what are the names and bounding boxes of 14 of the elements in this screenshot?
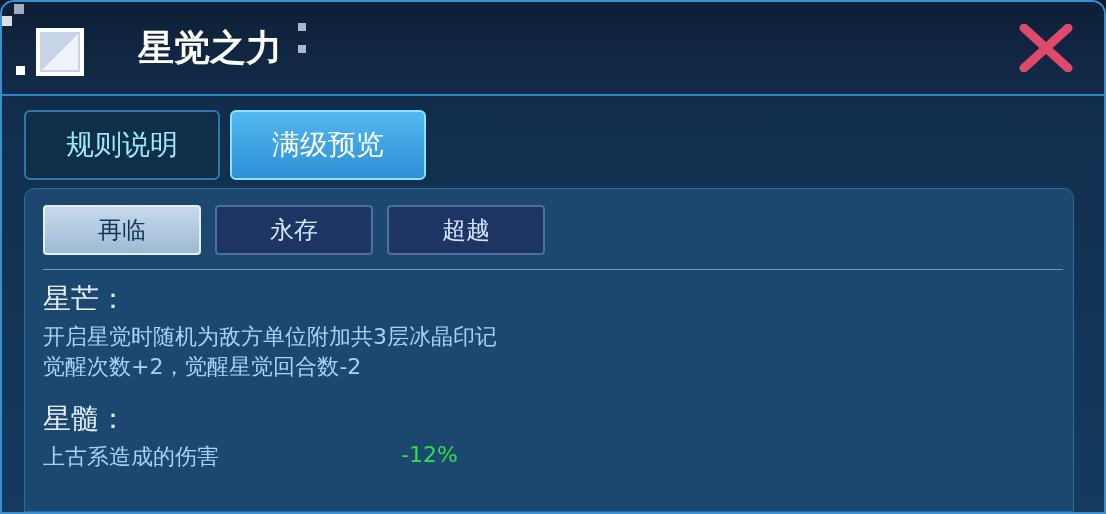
- sub-tab[interactable]: 超越: [387, 205, 545, 255]
- close-icon: [1018, 24, 1074, 72]
- close-button[interactable]: [1018, 24, 1074, 72]
- section-heading: 星髓：: [43, 401, 128, 437]
- stat-label: 上古系造成的伤害: [43, 443, 220, 471]
- description-text: 觉醒次数+2，觉醒星觉回合数-2: [43, 353, 363, 381]
- stat-value: -12%: [401, 442, 458, 469]
- sub-tab[interactable]: 再临: [43, 205, 201, 255]
- section-heading: 星芒：: [43, 281, 128, 317]
- description-text: 开启星觉时随机为敌方单位附加共3层冰晶印记: [43, 323, 498, 351]
- window-title: 星觉之力: [138, 25, 282, 70]
- sub-tab[interactable]: 永存: [215, 205, 373, 255]
- pixel-dots-icon: [298, 23, 306, 53]
- tab[interactable]: 规则说明: [24, 110, 220, 180]
